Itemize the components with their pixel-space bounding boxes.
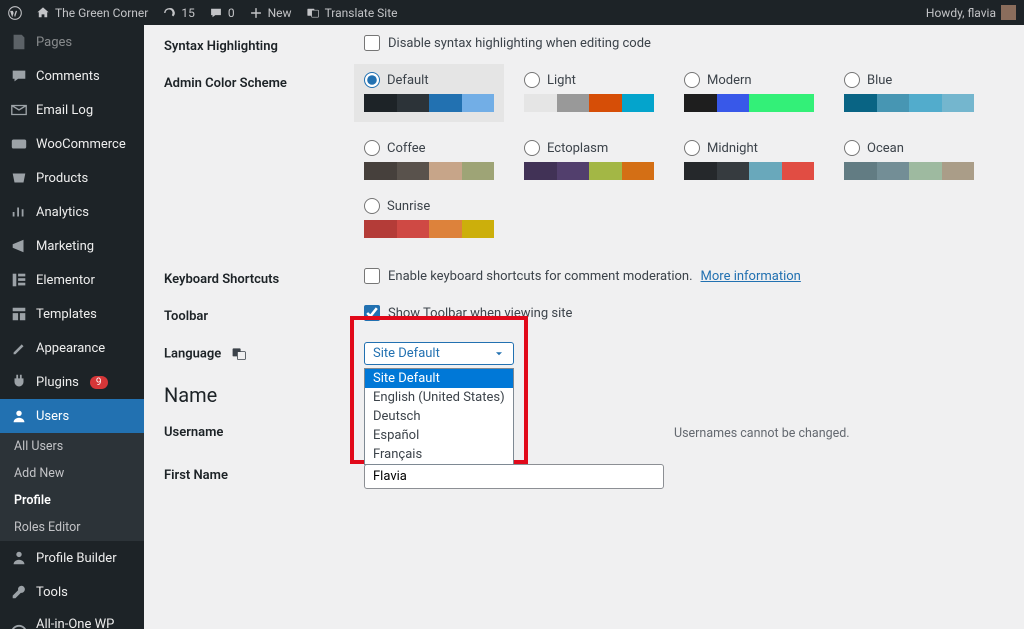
plugins-badge: 9 (90, 376, 108, 389)
color-radio-coffee[interactable] (364, 140, 380, 156)
submenu-profile[interactable]: Profile (0, 487, 144, 514)
color-radio-midnight[interactable] (684, 140, 700, 156)
sidebar-item-marketing[interactable]: Marketing (0, 229, 144, 263)
color-radio-sunrise[interactable] (364, 198, 380, 214)
username-label: Username (164, 421, 364, 440)
toolbar-checkbox[interactable] (364, 305, 380, 321)
sidebar-item-products[interactable]: Products (0, 161, 144, 195)
avatar (1001, 5, 1016, 20)
sidebar-item-comments[interactable]: Comments (0, 59, 144, 93)
users-submenu: All Users Add New Profile Roles Editor (0, 433, 144, 541)
color-radio-ectoplasm[interactable] (524, 140, 540, 156)
comments-link[interactable]: 0 (209, 6, 235, 20)
sidebar-item-plugins[interactable]: Plugins9 (0, 365, 144, 399)
username-description: Usernames cannot be changed. (674, 426, 850, 441)
sidebar-item-pages[interactable]: Pages (0, 25, 144, 59)
keyboard-more-link[interactable]: More information (701, 269, 801, 284)
language-option[interactable]: Français (365, 445, 513, 464)
sidebar-item-users[interactable]: Users (0, 399, 144, 433)
language-option[interactable]: Español (365, 426, 513, 445)
sidebar-item-profile-builder[interactable]: Profile Builder (0, 541, 144, 575)
syntax-checkbox[interactable] (364, 35, 380, 51)
admin-bar: The Green Corner 15 0 New Translate Site… (0, 0, 1024, 25)
color-radio-light[interactable] (524, 72, 540, 88)
language-label: Language (164, 342, 364, 362)
name-heading: Name (164, 383, 1004, 407)
language-dropdown: Site Default English (United States) Deu… (364, 368, 514, 465)
sidebar-item-tools[interactable]: Tools (0, 575, 144, 609)
admin-sidebar: Pages Comments Email Log WooCommerce Pro… (0, 25, 144, 629)
color-option-light[interactable]: Light (524, 72, 654, 122)
wp-logo-icon[interactable] (8, 6, 22, 20)
sidebar-item-aio[interactable]: All-in-One WP Migration (0, 609, 144, 629)
keyboard-label: Keyboard Shortcuts (164, 268, 364, 287)
color-radio-ocean[interactable] (844, 140, 860, 156)
sidebar-item-templates[interactable]: Templates (0, 297, 144, 331)
color-radio-default[interactable] (364, 72, 380, 88)
language-option[interactable]: Site Default (365, 369, 513, 388)
firstname-label: First Name (164, 464, 364, 483)
sidebar-item-analytics[interactable]: Analytics (0, 195, 144, 229)
sidebar-item-elementor[interactable]: Elementor (0, 263, 144, 297)
submenu-add-new[interactable]: Add New (0, 460, 144, 487)
syntax-label: Syntax Highlighting (164, 35, 364, 54)
sidebar-item-woocommerce[interactable]: WooCommerce (0, 127, 144, 161)
toolbar-label: Toolbar (164, 305, 364, 324)
color-option-modern[interactable]: Modern (684, 72, 814, 122)
color-option-default[interactable]: Default (354, 64, 504, 122)
translate-link[interactable]: Translate Site (306, 6, 398, 20)
color-option-midnight[interactable]: Midnight (684, 140, 814, 180)
updates-link[interactable]: 15 (162, 6, 195, 20)
translate-icon (231, 346, 247, 362)
language-option[interactable]: English (United States) (365, 388, 513, 407)
color-option-sunrise[interactable]: Sunrise (364, 198, 494, 238)
account-link[interactable]: Howdy, flavia (926, 5, 1016, 20)
sidebar-item-appearance[interactable]: Appearance (0, 331, 144, 365)
color-scheme-label: Admin Color Scheme (164, 72, 364, 91)
submenu-all-users[interactable]: All Users (0, 433, 144, 460)
color-radio-modern[interactable] (684, 72, 700, 88)
toolbar-check-text: Show Toolbar when viewing site (388, 306, 572, 321)
sidebar-item-email-log[interactable]: Email Log (0, 93, 144, 127)
language-select[interactable]: Site Default (364, 342, 514, 365)
site-link[interactable]: The Green Corner (36, 6, 148, 20)
new-link[interactable]: New (249, 6, 292, 20)
color-option-blue[interactable]: Blue (844, 72, 974, 122)
keyboard-check-text: Enable keyboard shortcuts for comment mo… (388, 269, 693, 284)
color-option-coffee[interactable]: Coffee (364, 140, 494, 180)
content-area: Syntax Highlighting Disable syntax highl… (144, 25, 1024, 629)
color-radio-blue[interactable] (844, 72, 860, 88)
firstname-input[interactable] (364, 464, 664, 489)
color-option-ocean[interactable]: Ocean (844, 140, 974, 180)
keyboard-checkbox[interactable] (364, 268, 380, 284)
submenu-roles-editor[interactable]: Roles Editor (0, 514, 144, 541)
language-option[interactable]: Deutsch (365, 407, 513, 426)
syntax-check-text: Disable syntax highlighting when editing… (388, 36, 651, 51)
color-option-ectoplasm[interactable]: Ectoplasm (524, 140, 654, 180)
chevron-down-icon (493, 348, 505, 360)
